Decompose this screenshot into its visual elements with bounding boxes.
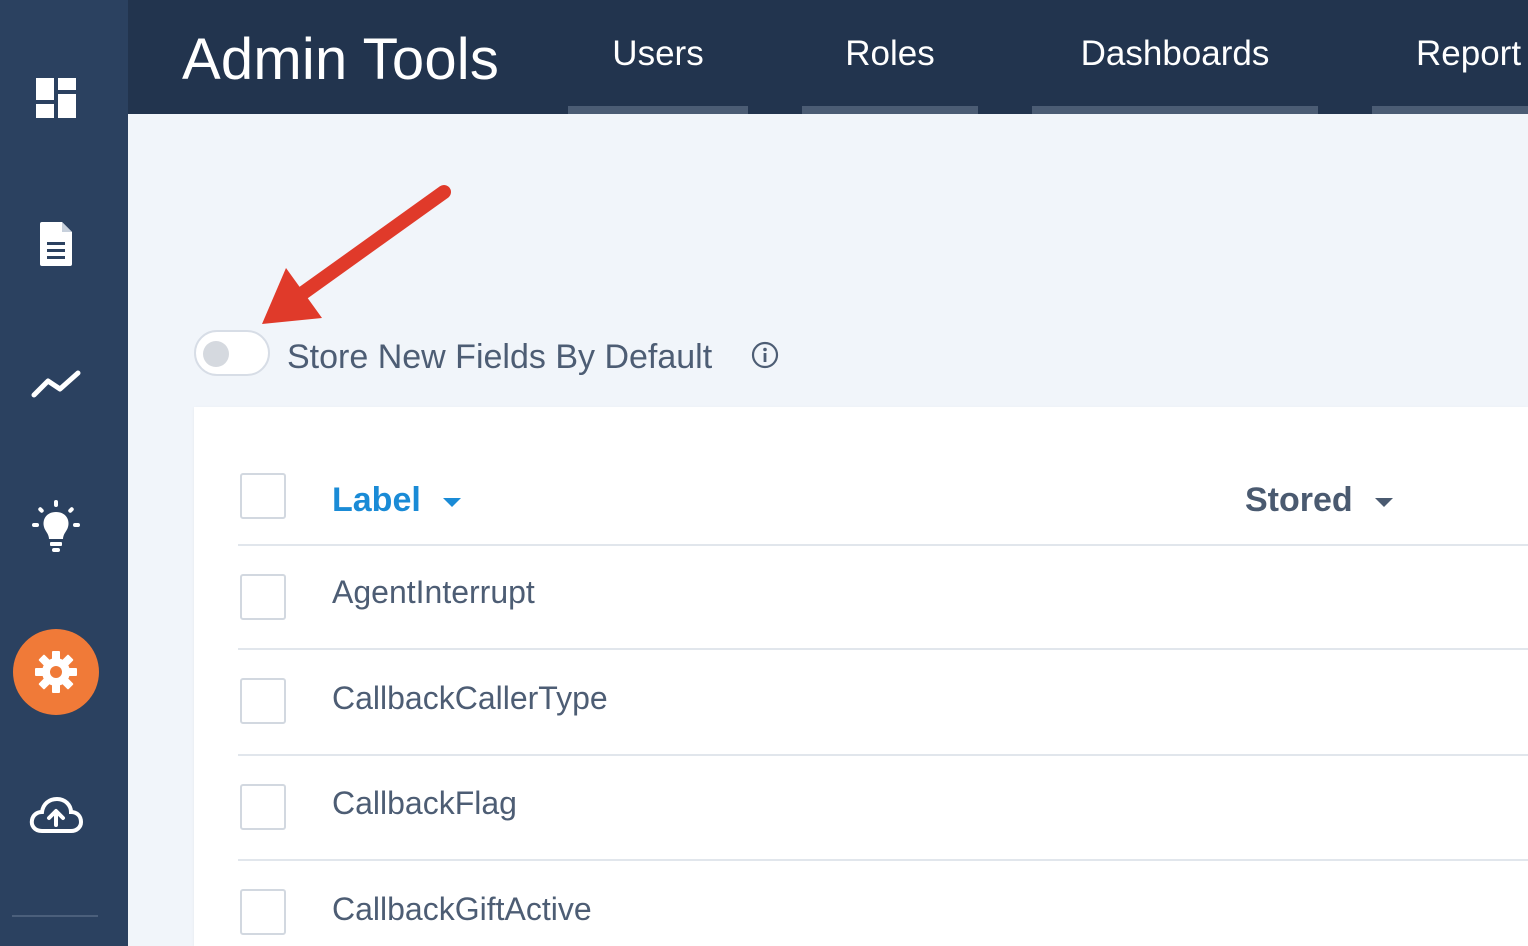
tab-label: Dashboards (1080, 34, 1270, 73)
toggle-knob (203, 341, 229, 367)
row-divider (238, 754, 1528, 756)
gear-icon (35, 651, 77, 693)
tab-underline (802, 106, 978, 114)
top-header: Admin Tools Users Roles Dashboards Repor… (128, 0, 1528, 114)
info-icon[interactable] (751, 341, 779, 369)
tab-underline (1372, 106, 1528, 114)
sidebar-item-upload[interactable] (0, 775, 112, 855)
store-new-fields-toggle[interactable] (194, 330, 270, 376)
tab-users[interactable]: Users (568, 0, 748, 114)
sort-caret-icon (1374, 498, 1393, 507)
tab-reports[interactable]: Report (1372, 0, 1528, 114)
row-label: CallbackGiftActive (332, 891, 592, 927)
fields-table: Label Stored AgentInterrupt CallbackCall… (194, 407, 1528, 946)
row-checkbox[interactable] (240, 678, 286, 724)
row-divider (238, 859, 1528, 861)
sidebar-item-analytics[interactable] (0, 345, 112, 425)
sidebar-item-settings[interactable] (0, 629, 112, 715)
select-all-checkbox[interactable] (240, 473, 286, 519)
sort-caret-icon (442, 498, 461, 507)
sidebar-divider (12, 915, 98, 917)
tab-underline (1032, 106, 1318, 114)
header-divider (238, 544, 1528, 546)
page-title: Admin Tools (182, 27, 500, 92)
tab-label: Users (612, 34, 704, 73)
tab-roles[interactable]: Roles (802, 0, 978, 114)
tab-label: Roles (845, 34, 935, 73)
column-header-stored-text: Stored (1245, 481, 1353, 519)
row-label: AgentInterrupt (332, 574, 535, 610)
row-label: CallbackCallerType (332, 680, 608, 716)
left-sidebar (0, 0, 128, 946)
lightbulb-icon (32, 500, 80, 552)
column-header-stored[interactable]: Stored (1245, 481, 1393, 520)
row-checkbox[interactable] (240, 889, 286, 935)
row-label: CallbackFlag (332, 785, 517, 821)
sidebar-item-dashboards[interactable] (0, 58, 112, 138)
store-new-fields-label: Store New Fields By Default (287, 338, 713, 376)
cloud-upload-icon (29, 796, 84, 833)
tab-underline (568, 106, 748, 114)
sidebar-item-insights[interactable] (0, 487, 112, 567)
tab-dashboards[interactable]: Dashboards (1032, 0, 1318, 114)
trend-line-icon (31, 370, 81, 398)
sidebar-item-reports[interactable] (0, 204, 112, 284)
column-header-label[interactable]: Label (332, 481, 461, 520)
tab-label: Report (1416, 34, 1522, 73)
column-header-label-text: Label (332, 481, 421, 519)
dashboard-icon (36, 78, 76, 118)
row-divider (238, 648, 1528, 650)
active-indicator (13, 629, 99, 715)
row-checkbox[interactable] (240, 574, 286, 620)
row-checkbox[interactable] (240, 784, 286, 830)
document-icon (40, 222, 72, 266)
